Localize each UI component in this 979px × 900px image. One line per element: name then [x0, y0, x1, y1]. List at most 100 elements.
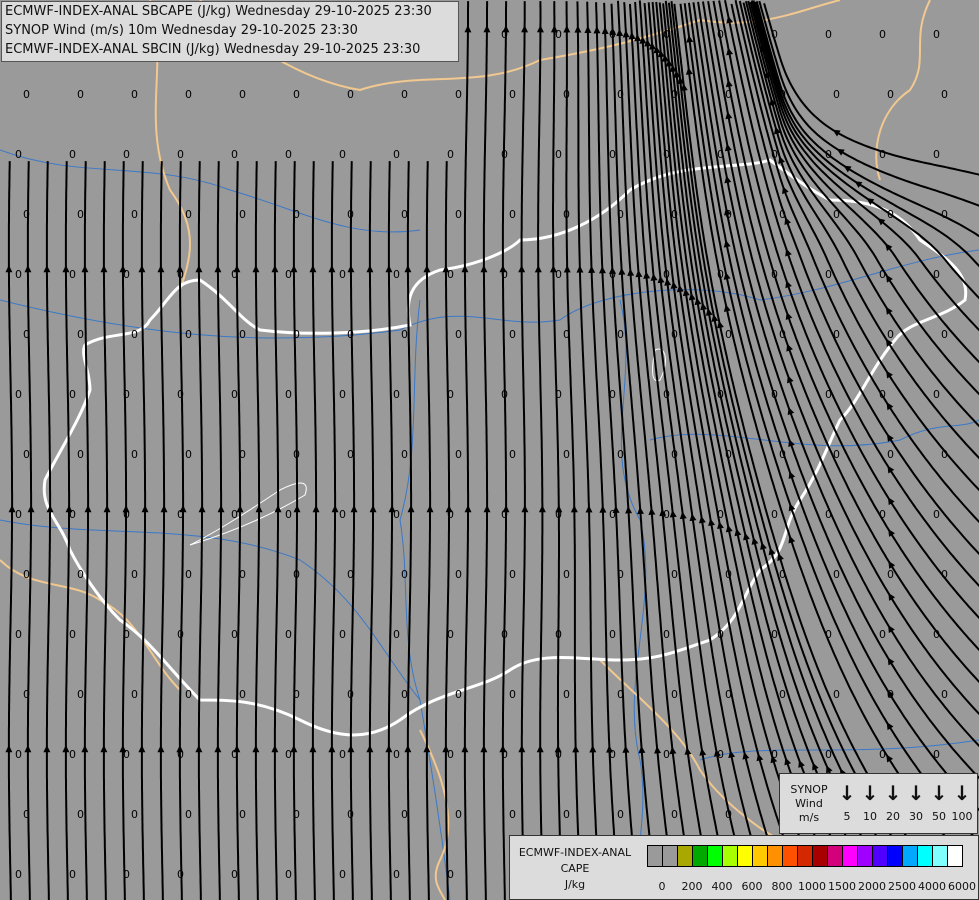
cin-value-label: 0: [609, 148, 616, 161]
cin-value-label: 0: [23, 328, 30, 341]
cin-value-label: 0: [563, 328, 570, 341]
cin-value-label: 0: [123, 148, 130, 161]
cin-value-label: 0: [833, 328, 840, 341]
cin-value-label: 0: [455, 568, 462, 581]
streamline: [586, 1, 620, 900]
wind-arrow-icon: ↓: [861, 781, 879, 805]
cin-value-label: 0: [185, 328, 192, 341]
cin-value-label: 0: [123, 268, 130, 281]
cin-value-label: 0: [717, 148, 724, 161]
streamline-arrowhead-icon: [483, 505, 491, 513]
streamline-arrowhead-icon: [728, 750, 736, 759]
cin-value-label: 0: [347, 568, 354, 581]
streamline-arrowhead-icon: [350, 505, 358, 513]
cin-value-label: 0: [941, 688, 948, 701]
streamline-arrowhead-icon: [563, 265, 571, 273]
wind-arrow-icon: ↓: [953, 781, 971, 805]
cin-value-label: 0: [879, 388, 886, 401]
streamline-arrowhead-icon: [157, 745, 165, 753]
streamline-arrowhead-icon: [778, 156, 785, 164]
cin-value-label: 0: [725, 208, 732, 221]
cin-value-label: 0: [555, 748, 562, 761]
cin-value-label: 0: [779, 208, 786, 221]
cin-value-label: 0: [663, 508, 670, 521]
cin-value-label: 0: [833, 688, 840, 701]
cin-value-label: 0: [185, 688, 192, 701]
streamline-arrowhead-icon: [726, 47, 734, 56]
streamline: [463, 1, 470, 900]
cin-value-label: 0: [609, 388, 616, 401]
cape-tick-label: 6000: [948, 880, 976, 893]
cin-value-label: 0: [123, 508, 130, 521]
streamline-arrowhead-icon: [217, 505, 225, 513]
cin-value-label: 0: [879, 268, 886, 281]
cin-value-label: 0: [941, 328, 948, 341]
cin-value-label: 0: [231, 148, 238, 161]
cin-value-label: 0: [15, 868, 22, 881]
wind-speed-label: 50: [932, 810, 946, 823]
streamline-arrowhead-icon: [312, 505, 320, 513]
cape-color-swatch: [663, 846, 678, 866]
cape-tick-label: 1000: [798, 880, 826, 893]
streamline-arrowhead-icon: [734, 528, 742, 537]
cin-value-label: 0: [239, 568, 246, 581]
cin-value-label: 0: [887, 688, 894, 701]
cin-value-label: 0: [401, 568, 408, 581]
streamline-arrowhead-icon: [786, 343, 793, 352]
streamline-arrowhead-icon: [534, 265, 542, 273]
cin-value-label: 0: [563, 88, 570, 101]
cin-value-label: 0: [23, 568, 30, 581]
cin-value-label: 0: [501, 268, 508, 281]
streamline-arrowhead-icon: [369, 505, 377, 513]
cin-value-label: 0: [717, 388, 724, 401]
streamline-arrowhead-icon: [521, 25, 529, 33]
cin-value-label: 0: [339, 388, 346, 401]
streamline-arrowhead-icon: [625, 506, 633, 514]
cin-value-label: 0: [509, 688, 516, 701]
streamline-arrowhead-icon: [24, 265, 32, 273]
cin-value-label: 0: [293, 328, 300, 341]
cin-value-label: 0: [933, 508, 940, 521]
cape-tick-label: 0: [658, 880, 666, 893]
wind-legend-entry: ↓ 20: [882, 782, 904, 823]
streamline-arrowhead-icon: [103, 505, 111, 513]
cin-value-label: 0: [393, 628, 400, 641]
cin-value-label: 0: [833, 208, 840, 221]
cin-value-label: 0: [609, 748, 616, 761]
cin-value-label: 0: [15, 628, 22, 641]
cin-value-label: 0: [339, 268, 346, 281]
cin-value-label: 0: [725, 568, 732, 581]
cin-value-label: 0: [239, 328, 246, 341]
cin-value-label: 0: [347, 808, 354, 821]
streamline-arrowhead-icon: [708, 518, 715, 527]
wind-speed-label: 100: [951, 810, 973, 823]
cin-value-label: 0: [717, 508, 724, 521]
cape-tick-label: 200: [681, 880, 703, 893]
cape-color-swatch: [903, 846, 918, 866]
cin-value-label: 0: [671, 88, 678, 101]
streamline-arrowhead-icon: [27, 505, 35, 513]
cin-value-label: 0: [185, 448, 192, 461]
streamline-arrowhead-icon: [724, 175, 732, 184]
cin-value-label: 0: [447, 508, 454, 521]
cin-value-label: 0: [231, 868, 238, 881]
cin-value-label: 0: [779, 688, 786, 701]
cin-value-label: 0: [663, 748, 670, 761]
streamline-arrowhead-icon: [328, 265, 336, 273]
cape-color-swatch: [798, 846, 813, 866]
cin-value-label: 0: [401, 208, 408, 221]
cin-value-label: 0: [825, 748, 832, 761]
streamline-arrowhead-icon: [43, 745, 51, 753]
cin-value-label: 0: [933, 748, 940, 761]
cin-value-label: 0: [501, 748, 508, 761]
cin-value-label: 0: [293, 808, 300, 821]
streamline: [520, 1, 526, 900]
streamline-arrowhead-icon: [214, 745, 222, 753]
cin-value-label: 0: [717, 28, 724, 41]
cin-value-label: 0: [393, 508, 400, 521]
cin-value-label: 0: [177, 388, 184, 401]
streamline-arrowhead-icon: [622, 30, 630, 38]
cin-value-label: 0: [717, 628, 724, 641]
cin-value-label: 0: [671, 448, 678, 461]
cin-value-label: 0: [393, 148, 400, 161]
